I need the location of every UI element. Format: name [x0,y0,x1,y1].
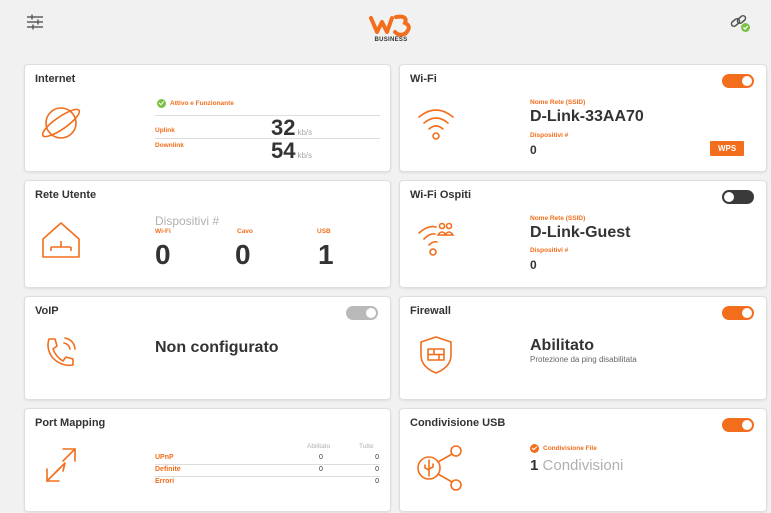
top-bar: BUSINESS [0,0,771,58]
col-label-cavo: Cavo [237,228,253,235]
row-enabled: 0 [319,454,323,461]
ssid-value: D-Link-Guest [530,224,631,241]
phone-icon [41,333,81,378]
wifi-icon [416,103,456,148]
wifi-ospiti-toggle[interactable] [722,190,754,204]
col-header-all: Tutte [359,443,374,450]
port-mapping-icon [41,445,81,490]
firewall-toggle[interactable] [722,306,754,320]
row-all: 0 [375,478,379,485]
usb-count: 1 [318,239,334,270]
divider [155,138,380,139]
card-title: Internet [35,73,76,85]
cavo-count: 0 [235,239,251,270]
uplink-unit: kb/s [297,128,313,137]
divider [155,476,380,477]
ssid-value: D-Link-33AA70 [530,108,644,125]
check-icon [157,99,166,108]
link-status-icon[interactable] [729,12,751,34]
firewall-detail: Protezione da ping disabilitata [530,355,637,364]
w3-logo-icon [369,14,411,37]
voip-status: Non configurato [155,339,279,356]
guest-wifi-icon [416,219,456,264]
downlink-unit: kb/s [297,151,313,160]
toggle-knob [742,308,752,318]
usb-sharing-card[interactable]: Condivisione USB Condivisione File 1 Con… [399,408,767,512]
row-label: UPnP [155,454,174,461]
ssid-label: Nome Rete (SSID) [530,215,586,222]
toggle-knob [742,76,752,86]
devices-value: 0 [530,258,537,272]
rete-utente-card[interactable]: Rete Utente Dispositivi # Wi-Fi Cavo USB… [24,180,391,288]
uplink-number: 32 [271,115,296,140]
w3-business-logo: BUSINESS [366,12,416,48]
logo-text: BUSINESS [374,37,408,43]
row-enabled: 0 [319,466,323,473]
row-all: 0 [375,454,379,461]
toggle-knob [724,192,734,202]
devices-label: Dispositivi # [530,132,569,139]
sliders-icon[interactable] [26,13,44,31]
table-row: Definite 0 0 [155,466,380,476]
devices-label: Dispositivi # [155,214,220,228]
card-title: Firewall [410,305,451,317]
wifi-ospiti-card[interactable]: Wi-Fi Ospiti Nome Rete (SSID) D-Link-Gue… [399,180,767,288]
globe-icon [39,101,83,150]
check-icon [530,444,539,453]
shield-icon [418,335,454,380]
toggle-knob [742,420,752,430]
devices-value: 0 [530,143,537,157]
lan-house-icon [39,217,83,266]
row-label: Definite [155,466,181,473]
firewall-status: Abilitato [530,337,594,354]
table-row: UPnP 0 0 [155,454,380,464]
usb-status: Condivisione File [530,444,597,453]
table-row: Errori 0 [155,478,380,488]
internet-status: Attivo e Funzionante [157,99,234,108]
card-title: Wi-Fi Ospiti [410,189,472,201]
voip-toggle[interactable] [346,306,378,320]
col-label-usb: USB [317,228,331,235]
card-title: VoIP [35,305,59,317]
usb-share-icon [414,443,464,498]
devices-label: Dispositivi # [530,247,569,254]
status-text: Attivo e Funzionante [170,100,234,107]
wps-button[interactable]: WPS [710,141,745,156]
share-count-number: 1 [530,457,539,474]
toggle-knob [366,308,376,318]
card-title: Condivisione USB [410,417,506,429]
share-count: 1 Condivisioni [530,457,623,474]
wifi-toggle[interactable] [722,74,754,88]
col-header-enabled: Abilitato [307,443,331,450]
status-text: Condivisione File [543,445,597,452]
share-count-label: Condivisioni [542,457,624,474]
internet-card[interactable]: Internet Attivo e Funzionante Uplink 32 k… [24,64,391,172]
port-mapping-card[interactable]: Port Mapping Abilitato Tutte UPnP 0 0 De… [24,408,391,512]
downlink-label: Downlink [155,142,184,149]
ssid-label: Nome Rete (SSID) [530,99,586,106]
card-title: Port Mapping [35,417,106,429]
firewall-card[interactable]: Firewall Abilitato Protezione da ping di… [399,296,767,400]
card-title: Wi-Fi [410,73,437,85]
wifi-card[interactable]: Wi-Fi Nome Rete (SSID) D-Link-33AA70 Dis… [399,64,767,172]
col-label-wifi: Wi-Fi [155,228,171,235]
card-title: Rete Utente [35,189,97,201]
divider [155,464,380,465]
voip-card[interactable]: VoIP Non configurato [24,296,391,400]
divider [155,115,380,116]
downlink-value: 54 kb/s [271,138,312,164]
row-all: 0 [375,466,379,473]
row-label: Errori [155,478,175,485]
usb-toggle[interactable] [722,418,754,432]
uplink-label: Uplink [155,127,175,134]
wifi-count: 0 [155,239,171,270]
downlink-number: 54 [271,138,296,163]
